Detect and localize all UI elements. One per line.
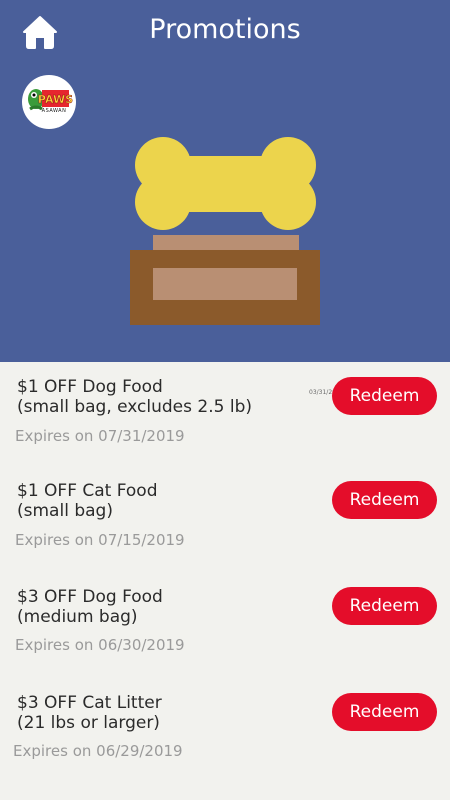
promo-expiry: Expires on 06/30/2019	[15, 636, 185, 654]
redeem-button[interactable]: Redeem	[332, 587, 437, 625]
logo-graphic: PAWS	[28, 89, 73, 111]
bone-on-pedestal-icon	[130, 137, 320, 325]
promo-expiry: Expires on 06/29/2019	[13, 742, 183, 760]
promo-expiry: Expires on 07/15/2019	[15, 531, 185, 549]
promo-title: $1 OFF Dog Food (small bag, excludes 2.5…	[17, 377, 252, 417]
promo-title: $3 OFF Dog Food (medium bag)	[17, 587, 163, 627]
redeem-button[interactable]: Redeem	[332, 481, 437, 519]
header: Promotions PAWS ASAWAN	[0, 0, 450, 362]
promo-expiry: Expires on 07/31/2019	[15, 427, 185, 445]
promo-item: $1 OFF Dog Food (small bag, excludes 2.5…	[0, 362, 450, 468]
logo-subtitle: ASAWAN	[41, 108, 67, 114]
page-title: Promotions	[149, 14, 301, 45]
promo-title: $1 OFF Cat Food (small bag)	[17, 481, 158, 521]
redeem-button[interactable]: Redeem	[332, 693, 437, 731]
promo-title: $3 OFF Cat Litter (21 lbs or larger)	[17, 693, 162, 733]
promo-item: $3 OFF Cat Litter (21 lbs or larger) Exp…	[0, 677, 450, 783]
promo-item: $1 OFF Cat Food (small bag) Expires on 0…	[0, 466, 450, 572]
promo-item: $3 OFF Dog Food (medium bag) Expires on …	[0, 571, 450, 677]
svg-text:PAWS: PAWS	[38, 93, 73, 106]
redeem-button[interactable]: Redeem	[332, 377, 437, 415]
store-logo: PAWS ASAWAN	[22, 75, 76, 129]
